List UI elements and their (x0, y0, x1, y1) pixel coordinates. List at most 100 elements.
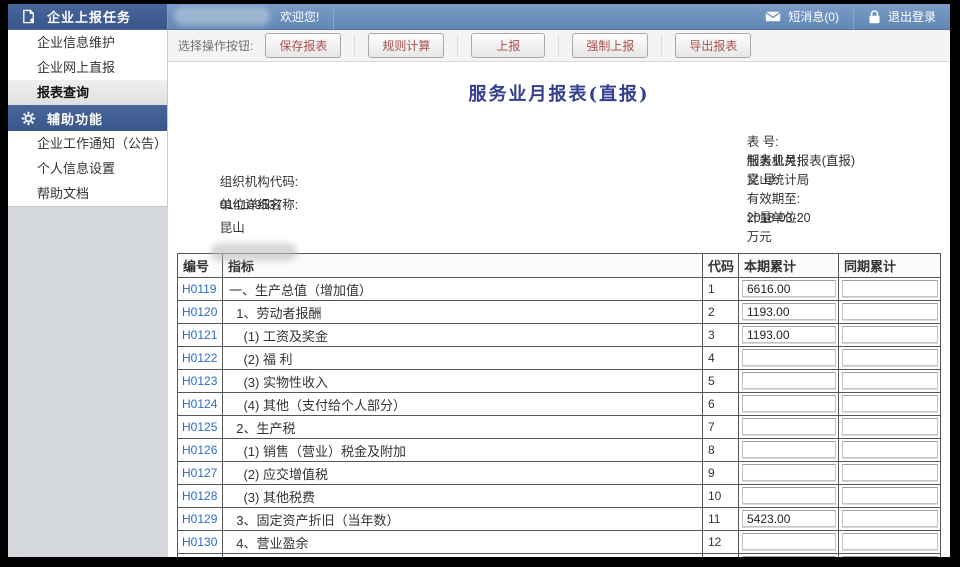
current-period-cell (739, 485, 839, 508)
current-period-input[interactable] (742, 372, 836, 389)
row-id-cell: H0120 (178, 301, 223, 324)
app-body: 企业信息维护 企业网上直报 报表查询 辅助功能 企业工 (8, 30, 950, 557)
sidebar-item-personal-settings[interactable]: 个人信息设置 (8, 156, 167, 181)
current-period-input[interactable] (742, 326, 836, 343)
sidebar-item-enterprise-info[interactable]: 企业信息维护 (8, 30, 167, 55)
same-period-input[interactable] (842, 510, 938, 527)
table-row: H0128 (3) 其他税费 10 (178, 485, 941, 508)
current-period-input[interactable] (742, 395, 836, 412)
same-period-input[interactable] (842, 487, 938, 504)
row-id-link[interactable]: H0126 (182, 443, 217, 457)
row-id-link[interactable]: H0129 (182, 512, 217, 526)
logout-label: 退出登录 (888, 8, 936, 25)
code-cell: 13 (703, 554, 739, 558)
indicator-cell: (2) 福 利 (223, 347, 703, 370)
same-period-input[interactable] (842, 349, 938, 366)
row-id-link[interactable]: H0122 (182, 351, 217, 365)
row-id-cell: H0128 (178, 485, 223, 508)
messages-button[interactable]: 短消息(0) (751, 4, 853, 29)
org-code-row: 组织机构代码: 014189537 (178, 148, 304, 171)
column-header-current-period: 本期累计 (739, 254, 839, 278)
sidebar-menu: 企业信息维护 企业网上直报 报表查询 辅助功能 企业工 (8, 30, 168, 207)
current-period-input[interactable] (742, 556, 836, 557)
same-period-cell (839, 439, 941, 462)
same-period-cell (839, 416, 941, 439)
unit-name-label: 单位详细名称: (220, 198, 298, 212)
current-period-input[interactable] (742, 349, 836, 366)
row-id-cell: H0130 (178, 531, 223, 554)
current-period-cell (739, 439, 839, 462)
current-period-input[interactable] (742, 533, 836, 550)
sidebar-item-online-direct-report[interactable]: 企业网上直报 (8, 55, 167, 80)
same-period-cell (839, 278, 941, 301)
indicator-cell: (1) 营业利润 (223, 554, 703, 558)
code-cell: 12 (703, 531, 739, 554)
indicator-cell: (3) 实物性收入 (223, 370, 703, 393)
force-submit-button[interactable]: 强制上报 (572, 33, 648, 58)
table-row: H0126 (1) 销售（营业）税金及附加 8 (178, 439, 941, 462)
username-redacted (174, 7, 270, 26)
report-content: 服务业月报表(直报) 组织机构代码: 014189537 单位详细名称: 昆山 … (168, 62, 950, 557)
report-title: 服务业月报表(直报) (168, 80, 950, 106)
same-period-input[interactable] (842, 556, 938, 557)
topbar-divider (333, 4, 334, 30)
report-meta-left: 组织机构代码: 014189537 单位详细名称: 昆山 (178, 148, 304, 194)
code-cell: 3 (703, 324, 739, 347)
same-period-input[interactable] (842, 280, 938, 297)
same-period-input[interactable] (842, 372, 938, 389)
same-period-input[interactable] (842, 326, 938, 343)
row-id-link[interactable]: H0120 (182, 305, 217, 319)
current-period-input[interactable] (742, 510, 836, 527)
brand-label: 企业上报任务 (47, 7, 131, 26)
toolbar-separator (354, 35, 355, 57)
current-period-input[interactable] (742, 441, 836, 458)
org-code-label: 组织机构代码: (220, 175, 298, 189)
export-report-button[interactable]: 导出报表 (675, 33, 751, 58)
rule-calculate-button[interactable]: 规则计算 (368, 33, 444, 58)
row-id-link[interactable]: H0127 (182, 466, 217, 480)
same-period-input[interactable] (842, 533, 938, 550)
code-cell: 5 (703, 370, 739, 393)
same-period-cell (839, 347, 941, 370)
sidebar-item-report-query[interactable]: 报表查询 (8, 80, 167, 105)
report-table: 编号 指标 代码 本期累计 同期累计 H0119 一、生产总值（增加值） 1 (177, 253, 941, 557)
current-period-input[interactable] (742, 418, 836, 435)
table-row: H0125 2、生产税 7 (178, 416, 941, 439)
same-period-input[interactable] (842, 464, 938, 481)
logout-button[interactable]: 退出登录 (854, 4, 950, 29)
row-id-link[interactable]: H0124 (182, 397, 217, 411)
report-meta-right: 表 号: 服务业月报表(直报) 制表机关: 昆山统计局 文 号: 有效期至: 2… (705, 114, 855, 209)
current-period-cell (739, 278, 839, 301)
current-period-input[interactable] (742, 464, 836, 481)
same-period-input[interactable] (842, 303, 938, 320)
meta-value: 万元 (747, 230, 772, 244)
submit-button[interactable]: 上报 (471, 33, 545, 58)
same-period-cell (839, 462, 941, 485)
save-report-button[interactable]: 保存报表 (265, 33, 341, 58)
same-period-input[interactable] (842, 418, 938, 435)
document-plus-icon (21, 9, 36, 24)
current-period-cell (739, 531, 839, 554)
row-id-link[interactable]: H0128 (182, 489, 217, 503)
same-period-cell (839, 301, 941, 324)
meta-label: 制表机关: (747, 154, 800, 168)
table-row: H0130 4、营业盈余 12 (178, 531, 941, 554)
row-id-link[interactable]: H0125 (182, 420, 217, 434)
unit-name-redacted (211, 243, 297, 261)
same-period-cell (839, 370, 941, 393)
sidebar-item-help-docs[interactable]: 帮助文档 (8, 181, 167, 206)
indicator-cell: (4) 其他（支付给个人部分） (223, 393, 703, 416)
row-id-link[interactable]: H0130 (182, 535, 217, 549)
same-period-input[interactable] (842, 441, 938, 458)
sidebar-item-work-notice[interactable]: 企业工作通知（公告） (8, 131, 167, 156)
row-id-link[interactable]: H0123 (182, 374, 217, 388)
current-period-cell (739, 508, 839, 531)
toolbar-separator (661, 35, 662, 57)
current-period-input[interactable] (742, 487, 836, 504)
same-period-input[interactable] (842, 395, 938, 412)
current-period-input[interactable] (742, 303, 836, 320)
sidebar: 企业信息维护 企业网上直报 报表查询 辅助功能 企业工 (8, 30, 168, 557)
row-id-cell: H0123 (178, 370, 223, 393)
current-period-input[interactable] (742, 280, 836, 297)
row-id-link[interactable]: H0121 (182, 328, 217, 342)
